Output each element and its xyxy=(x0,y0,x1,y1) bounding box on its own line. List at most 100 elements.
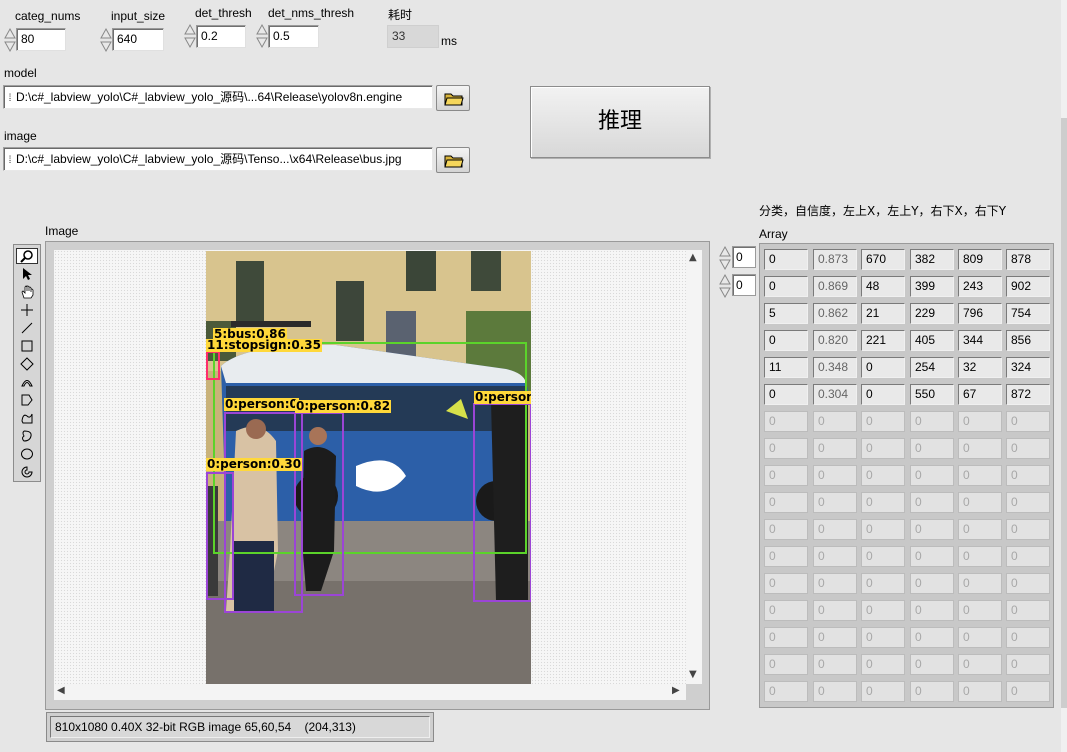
array-cell[interactable]: 0 xyxy=(1006,654,1050,675)
categ-nums-spinner[interactable] xyxy=(4,27,16,53)
scroll-left-icon[interactable]: ◀ xyxy=(57,685,65,696)
array-cell[interactable]: 0 xyxy=(813,546,857,567)
array-cell[interactable]: 0 xyxy=(764,249,808,270)
bus-photo[interactable]: 5:bus:0.86 11:stopsign:0.35 0:person:0 0… xyxy=(206,251,531,685)
array-cell[interactable]: 0 xyxy=(910,546,954,567)
array-cell[interactable]: 0 xyxy=(1006,438,1050,459)
det-nms-thresh-input[interactable]: 0.5 xyxy=(268,25,319,48)
array-cell[interactable]: 0 xyxy=(958,627,1002,648)
image-browse-button[interactable] xyxy=(436,147,470,173)
array-cell[interactable]: 0 xyxy=(910,438,954,459)
array-cell[interactable]: 0 xyxy=(861,411,905,432)
array-cell[interactable]: 0 xyxy=(910,654,954,675)
array-cell[interactable]: 0 xyxy=(813,465,857,486)
det-nms-thresh-spinner[interactable] xyxy=(256,23,268,49)
infer-button[interactable]: 推理 xyxy=(530,86,710,158)
array-cell[interactable]: 0 xyxy=(1006,465,1050,486)
array-cell[interactable]: 670 xyxy=(861,249,905,270)
oval-tool-icon[interactable] xyxy=(16,446,38,462)
array-cell[interactable]: 0 xyxy=(861,681,905,702)
array-cell[interactable]: 0 xyxy=(764,627,808,648)
array-cell[interactable]: 21 xyxy=(861,303,905,324)
array-cell[interactable]: 11 xyxy=(764,357,808,378)
array-cell[interactable]: 809 xyxy=(958,249,1002,270)
array-cell[interactable]: 0 xyxy=(764,465,808,486)
array-cell[interactable]: 0 xyxy=(813,519,857,540)
array-cell[interactable]: 0.869 xyxy=(813,276,857,297)
input-size-spinner[interactable] xyxy=(100,27,112,53)
array-cell[interactable]: 0 xyxy=(764,384,808,405)
array-cell[interactable]: 872 xyxy=(1006,384,1050,405)
array-cell[interactable]: 0 xyxy=(1006,546,1050,567)
array-cell[interactable]: 0 xyxy=(813,573,857,594)
model-browse-button[interactable] xyxy=(436,85,470,111)
array-cell[interactable]: 0 xyxy=(813,411,857,432)
array-cell[interactable]: 0 xyxy=(958,546,1002,567)
array-cell[interactable]: 0 xyxy=(813,438,857,459)
array-cell[interactable]: 0 xyxy=(764,330,808,351)
array-cell[interactable]: 254 xyxy=(910,357,954,378)
array-cell[interactable]: 48 xyxy=(861,276,905,297)
array-cell[interactable]: 0 xyxy=(910,681,954,702)
array-cell[interactable]: 0.348 xyxy=(813,357,857,378)
array-cell[interactable]: 0 xyxy=(910,465,954,486)
zoom-icon[interactable] xyxy=(16,248,38,264)
array-cell[interactable]: 0 xyxy=(861,438,905,459)
array-cell[interactable]: 0 xyxy=(1006,573,1050,594)
det-thresh-input[interactable]: 0.2 xyxy=(196,25,246,48)
array-cell[interactable]: 0 xyxy=(813,600,857,621)
array-cell[interactable]: 0 xyxy=(861,384,905,405)
array-cell[interactable]: 0 xyxy=(1006,600,1050,621)
scroll-up-icon[interactable]: ▲ xyxy=(689,252,697,263)
array-cell[interactable]: 0 xyxy=(764,600,808,621)
array-cell[interactable]: 0 xyxy=(910,600,954,621)
array-cell[interactable]: 0 xyxy=(764,411,808,432)
array-cell[interactable]: 382 xyxy=(910,249,954,270)
categ-nums-input[interactable]: 80 xyxy=(16,28,66,51)
array-cell[interactable]: 243 xyxy=(958,276,1002,297)
pan-hand-icon[interactable] xyxy=(16,284,38,300)
array-cell[interactable]: 0 xyxy=(1006,492,1050,513)
det-thresh-spinner[interactable] xyxy=(184,23,196,49)
window-vertical-scrollbar[interactable] xyxy=(1061,0,1067,752)
array-cell[interactable]: 0 xyxy=(861,465,905,486)
input-size-input[interactable]: 640 xyxy=(112,28,164,51)
array-cell[interactable]: 67 xyxy=(958,384,1002,405)
array-cell[interactable]: 405 xyxy=(910,330,954,351)
array-cell[interactable]: 0 xyxy=(958,681,1002,702)
array-cell[interactable]: 0 xyxy=(1006,411,1050,432)
rectangle-tool-icon[interactable] xyxy=(16,338,38,354)
array-cell[interactable]: 0 xyxy=(813,681,857,702)
array-col-index-input[interactable]: 0 xyxy=(732,274,756,296)
array-cell[interactable]: 0 xyxy=(1006,519,1050,540)
array-cell[interactable]: 0 xyxy=(861,654,905,675)
array-cell[interactable]: 0 xyxy=(958,519,1002,540)
array-cell[interactable]: 0.862 xyxy=(813,303,857,324)
array-row-index-input[interactable]: 0 xyxy=(732,246,756,268)
array-cell[interactable]: 0 xyxy=(764,573,808,594)
array-row-index-spinner[interactable] xyxy=(719,245,731,271)
polygon-tool-icon[interactable] xyxy=(16,392,38,408)
array-cell[interactable]: 399 xyxy=(910,276,954,297)
image-vertical-scrollbar[interactable]: ▲ ▼ xyxy=(686,250,702,684)
array-cell[interactable]: 0 xyxy=(861,519,905,540)
array-cell[interactable]: 0 xyxy=(764,492,808,513)
array-cell[interactable]: 856 xyxy=(1006,330,1050,351)
pointer-icon[interactable] xyxy=(16,266,38,282)
array-cell[interactable]: 0 xyxy=(764,438,808,459)
annulus-arc-tool-icon[interactable] xyxy=(16,374,38,390)
window-scrollbar-thumb[interactable] xyxy=(1061,118,1067,708)
array-cell[interactable]: 0 xyxy=(764,276,808,297)
array-cell[interactable]: 550 xyxy=(910,384,954,405)
crosshair-icon[interactable] xyxy=(16,302,38,318)
array-cell[interactable]: 0 xyxy=(813,627,857,648)
scroll-right-icon[interactable]: ▶ xyxy=(672,685,680,696)
image-horizontal-scrollbar[interactable]: ◀ ▶ xyxy=(54,684,686,700)
array-cell[interactable]: 796 xyxy=(958,303,1002,324)
array-cell[interactable]: 0 xyxy=(764,519,808,540)
array-cell[interactable]: 0 xyxy=(910,519,954,540)
array-cell[interactable]: 0 xyxy=(910,627,954,648)
array-col-index-spinner[interactable] xyxy=(719,273,731,299)
array-cell[interactable]: 0 xyxy=(861,357,905,378)
array-cell[interactable]: 0.820 xyxy=(813,330,857,351)
